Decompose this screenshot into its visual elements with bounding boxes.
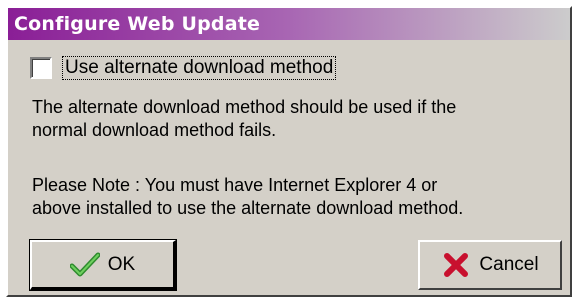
dialog-title: Configure Web Update [14, 13, 261, 35]
dialog-window: Configure Web Update Use alternate downl… [6, 6, 572, 297]
description-line: The alternate download method should be … [32, 97, 457, 117]
title-bar[interactable]: Configure Web Update [8, 8, 570, 40]
description-text: The alternate download method should be … [32, 96, 562, 142]
note-line: above installed to use the alternate dow… [32, 198, 464, 218]
note-text: Please Note : You must have Internet Exp… [32, 174, 562, 220]
ok-button-label: OK [107, 253, 136, 275]
alternate-download-option[interactable]: Use alternate download method [30, 56, 337, 80]
cancel-button[interactable]: Cancel [418, 240, 562, 290]
cancel-button-label: Cancel [479, 254, 539, 275]
description-line: normal download method fails. [32, 120, 277, 140]
alternate-download-checkbox-label[interactable]: Use alternate download method [62, 56, 337, 80]
checkmark-icon [69, 250, 100, 280]
alternate-download-checkbox[interactable] [30, 57, 52, 79]
ok-button[interactable]: OK [29, 239, 177, 291]
x-mark-icon [441, 250, 471, 280]
note-line: Please Note : You must have Internet Exp… [32, 175, 438, 195]
